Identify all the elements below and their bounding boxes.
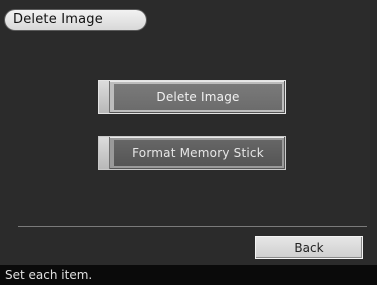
delete-image-button[interactable]: Delete Image [98,80,286,114]
format-memory-stick-label: Format Memory Stick [114,140,282,166]
camera-menu-screen: Delete Image Delete Image Format Memory … [0,0,377,285]
button-accent [99,81,110,113]
status-bar: Set each item. [0,265,377,285]
button-accent [99,137,110,169]
delete-image-label: Delete Image [114,84,282,110]
format-memory-stick-button[interactable]: Format Memory Stick [98,136,286,170]
divider [18,226,367,227]
back-button[interactable]: Back [255,236,363,259]
page-title: Delete Image [5,10,146,30]
